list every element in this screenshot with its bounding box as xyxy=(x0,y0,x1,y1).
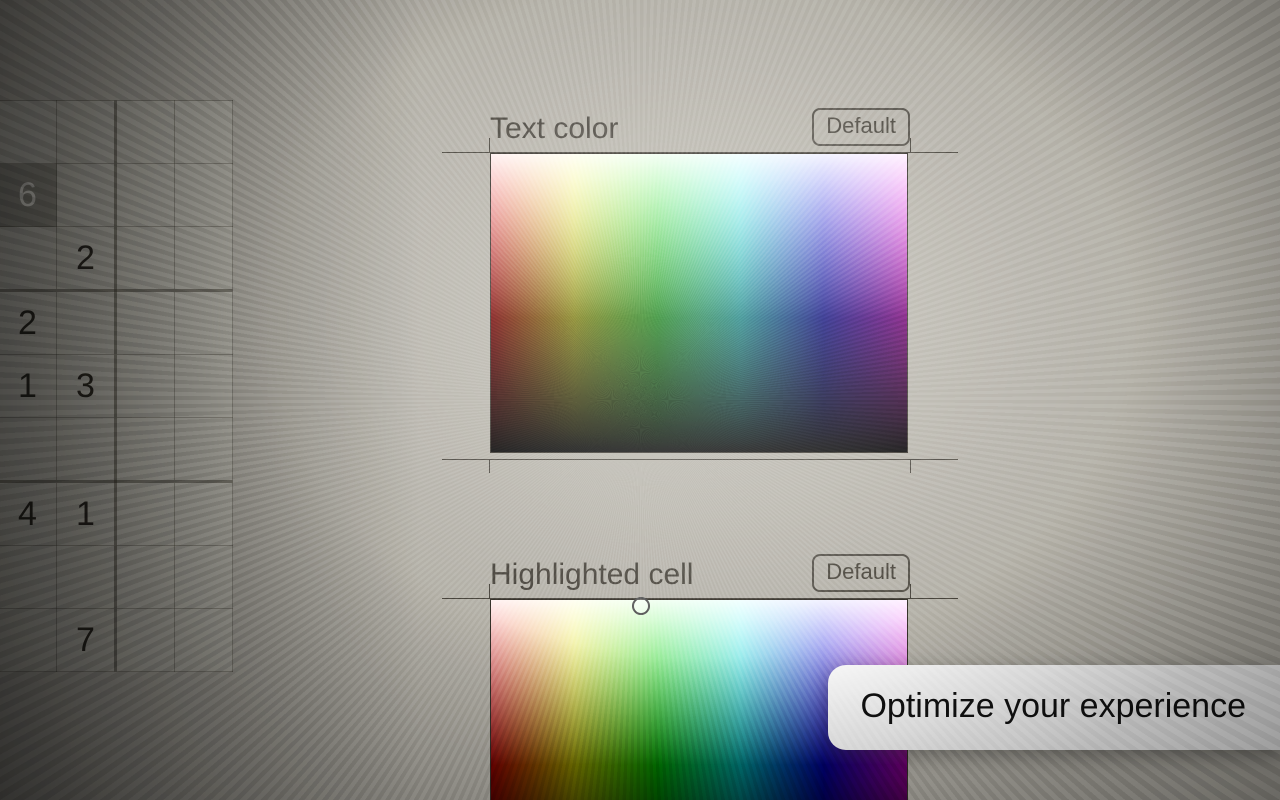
board-cell xyxy=(175,609,233,672)
text-color-label: Text color xyxy=(490,112,618,146)
board-cell xyxy=(57,546,116,609)
promo-text: Optimize your experience xyxy=(860,687,1246,725)
board-cell xyxy=(57,164,116,227)
board-cell xyxy=(175,418,233,482)
text-color-setting: Text color Default xyxy=(490,108,910,460)
board-cell xyxy=(175,355,233,418)
board-cell xyxy=(175,101,233,164)
board-cell: 1 xyxy=(0,355,57,418)
board-cell xyxy=(116,291,175,355)
board-cell xyxy=(0,101,57,164)
board-cell xyxy=(116,609,175,672)
board-cell xyxy=(0,227,57,291)
board-cell xyxy=(116,355,175,418)
board-cell xyxy=(0,418,57,482)
board-cell xyxy=(0,546,57,609)
board-cell: 7 xyxy=(57,609,116,672)
board-cell: 1 xyxy=(57,482,116,546)
board-cell: 2 xyxy=(57,227,116,291)
board-cell: 6 xyxy=(0,164,57,227)
highlighted-cell-label: Highlighted cell xyxy=(490,558,693,592)
board-cell xyxy=(116,101,175,164)
board-cell xyxy=(116,164,175,227)
board-cell xyxy=(175,164,233,227)
board-cell xyxy=(116,227,175,291)
text-color-picker[interactable] xyxy=(490,153,908,453)
color-cursor-icon[interactable] xyxy=(632,597,650,615)
board-cell xyxy=(116,546,175,609)
board-cell xyxy=(57,291,116,355)
board-cell xyxy=(57,418,116,482)
board-cell xyxy=(116,482,175,546)
board-cell xyxy=(175,291,233,355)
board-cell xyxy=(0,609,57,672)
sudoku-board-preview: 5762291324167 xyxy=(0,100,340,672)
board-cell: 3 xyxy=(57,355,116,418)
board-cell xyxy=(116,418,175,482)
board-cell: 4 xyxy=(0,482,57,546)
board-cell xyxy=(175,227,233,291)
text-color-default-button[interactable]: Default xyxy=(812,108,910,146)
board-cell: 2 xyxy=(0,291,57,355)
board-cell xyxy=(175,546,233,609)
board-cell xyxy=(57,101,116,164)
highlighted-cell-default-button[interactable]: Default xyxy=(812,554,910,592)
board-cell xyxy=(175,482,233,546)
promo-tooltip: Optimize your experience xyxy=(828,665,1280,750)
